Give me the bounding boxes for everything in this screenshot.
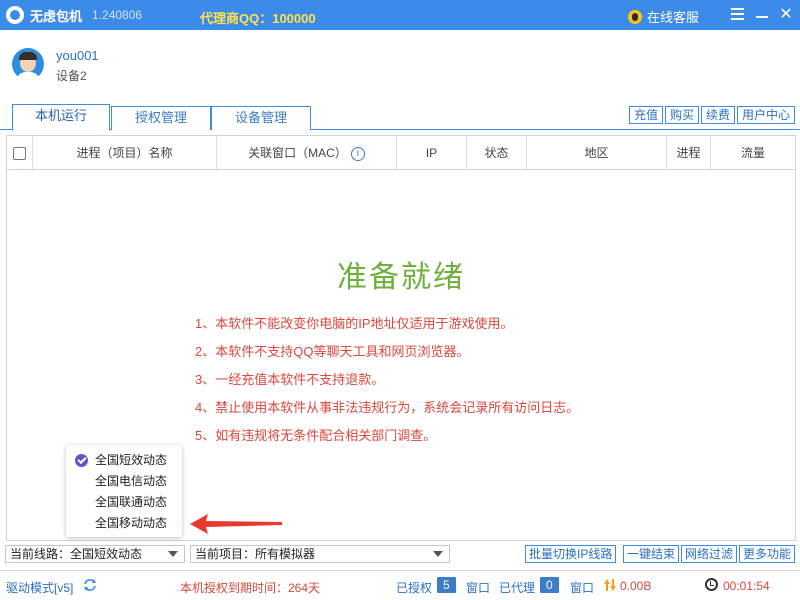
line-option[interactable]: 全国短效动态: [66, 450, 182, 471]
line-option[interactable]: 全国联通动态: [66, 492, 182, 513]
column-window[interactable]: 关联窗口（MAC） i: [217, 136, 397, 170]
notice-item: 2、本软件不支持QQ等聊天工具和网页浏览器。: [195, 344, 470, 359]
clock-icon: [705, 578, 718, 591]
notice-item: 5、如有违规将无条件配合相关部门调查。: [195, 428, 437, 443]
driver-mode[interactable]: 驱动模式[v5]: [6, 579, 73, 596]
line-option-label: 全国电信动态: [95, 474, 168, 488]
network-filter-button[interactable]: 网络过滤: [681, 545, 738, 563]
refresh-icon[interactable]: [83, 578, 97, 592]
online-service-label: 在线客服: [647, 10, 700, 25]
batch-switch-ip-button[interactable]: 批量切换IP线路: [525, 545, 617, 563]
headset-icon: [628, 9, 642, 24]
authorized-label: 已授权: [396, 581, 433, 595]
app-version: 1.240806: [92, 8, 143, 22]
line-option-label: 全国移动动态: [95, 516, 168, 530]
arrow-icon: [190, 514, 282, 534]
column-process[interactable]: 进程（项目）名称: [33, 136, 217, 170]
app-logo-icon: [6, 6, 24, 24]
minimize-icon[interactable]: [752, 5, 772, 25]
more-functions-button[interactable]: 更多功能: [739, 545, 796, 563]
column-progress[interactable]: 进程: [667, 136, 711, 170]
close-icon[interactable]: ✕: [776, 5, 796, 25]
line-option-label: 全国联通动态: [95, 495, 168, 509]
app-title: 无虑包机: [30, 8, 83, 24]
line-select-value: 当前线路：全国短效动态: [10, 547, 143, 561]
notice-item: 3、一经充值本软件不支持退款。: [195, 372, 385, 387]
column-ip[interactable]: IP: [397, 136, 467, 170]
recharge-button[interactable]: 充值: [629, 106, 664, 124]
notice-list: 1、本软件不能改变你电脑的IP地址仅适用于游戏使用。 2、本软件不支持QQ等聊天…: [195, 316, 579, 456]
table-header: 进程（项目）名称 关联窗口（MAC） i IP 状态 地区 进程 流量: [7, 136, 795, 170]
agent-qq: 代理商QQ：100000: [200, 11, 316, 26]
project-select[interactable]: 当前项目：所有模拟器: [190, 545, 450, 563]
auth-expire-text: 本机授权到期时间：264天: [180, 581, 321, 595]
chevron-down-icon: [168, 551, 178, 557]
line-select[interactable]: 当前线路：全国短效动态: [5, 545, 185, 563]
proxied-count-badge: 0: [540, 577, 559, 593]
window-label: 窗口: [466, 581, 491, 595]
chevron-down-icon: [433, 551, 443, 557]
line-option[interactable]: 全国移动动态: [66, 513, 182, 534]
window-label: 窗口: [570, 581, 595, 595]
notice-item: 1、本软件不能改变你电脑的IP地址仅适用于游戏使用。: [195, 316, 514, 331]
tab-auth-management[interactable]: 授权管理: [111, 106, 211, 130]
info-icon[interactable]: i: [350, 146, 365, 161]
account-actions: 充值 购买 续费 用户中心: [629, 106, 797, 124]
line-option-label: 全国短效动态: [95, 453, 168, 467]
traffic-value: 0.00B: [620, 579, 652, 593]
project-select-value: 当前项目：所有模拟器: [195, 547, 316, 561]
buy-button[interactable]: 购买: [665, 106, 700, 124]
menu-icon[interactable]: [727, 5, 747, 25]
line-dropdown-menu: 全国短效动态 全国电信动态 全国联通动态 全国移动动态: [66, 445, 182, 537]
notice-item: 4、禁止使用本软件从事非法违规行为，系统会记录所有访问日志。: [195, 400, 580, 415]
traffic-icon: [604, 579, 616, 591]
device-name: 设备2: [56, 69, 87, 83]
user-center-button[interactable]: 用户中心: [737, 106, 796, 124]
tab-device-management[interactable]: 设备管理: [211, 106, 311, 130]
select-all-checkbox[interactable]: [13, 147, 26, 161]
select-all-cell: [7, 136, 33, 170]
status-bar: 驱动模式[v5] 本机授权到期时间：264天 已授权 5 窗口 已代理 0 窗口…: [0, 570, 800, 600]
proxied-label: 已代理: [499, 581, 536, 595]
column-window-label: 关联窗口（MAC）: [248, 146, 347, 160]
tab-local-run[interactable]: 本机运行: [12, 104, 110, 131]
column-region[interactable]: 地区: [527, 136, 667, 170]
line-option[interactable]: 全国电信动态: [66, 471, 182, 492]
check-icon: [75, 454, 88, 467]
avatar[interactable]: [12, 48, 44, 80]
username: you001: [56, 48, 99, 63]
online-service-button[interactable]: 在线客服: [628, 7, 699, 26]
title-bar: 无虑包机 1.240806 代理商QQ：100000 在线客服 ✕: [0, 0, 800, 30]
authorized-count-badge: 5: [437, 577, 456, 593]
column-traffic[interactable]: 流量: [711, 136, 795, 170]
ready-title: 准备就绪: [337, 261, 465, 294]
column-status[interactable]: 状态: [467, 136, 527, 170]
end-all-button[interactable]: 一键结束: [623, 545, 680, 563]
renew-button[interactable]: 续费: [701, 106, 736, 124]
elapsed-time: 00:01:54: [723, 579, 770, 593]
